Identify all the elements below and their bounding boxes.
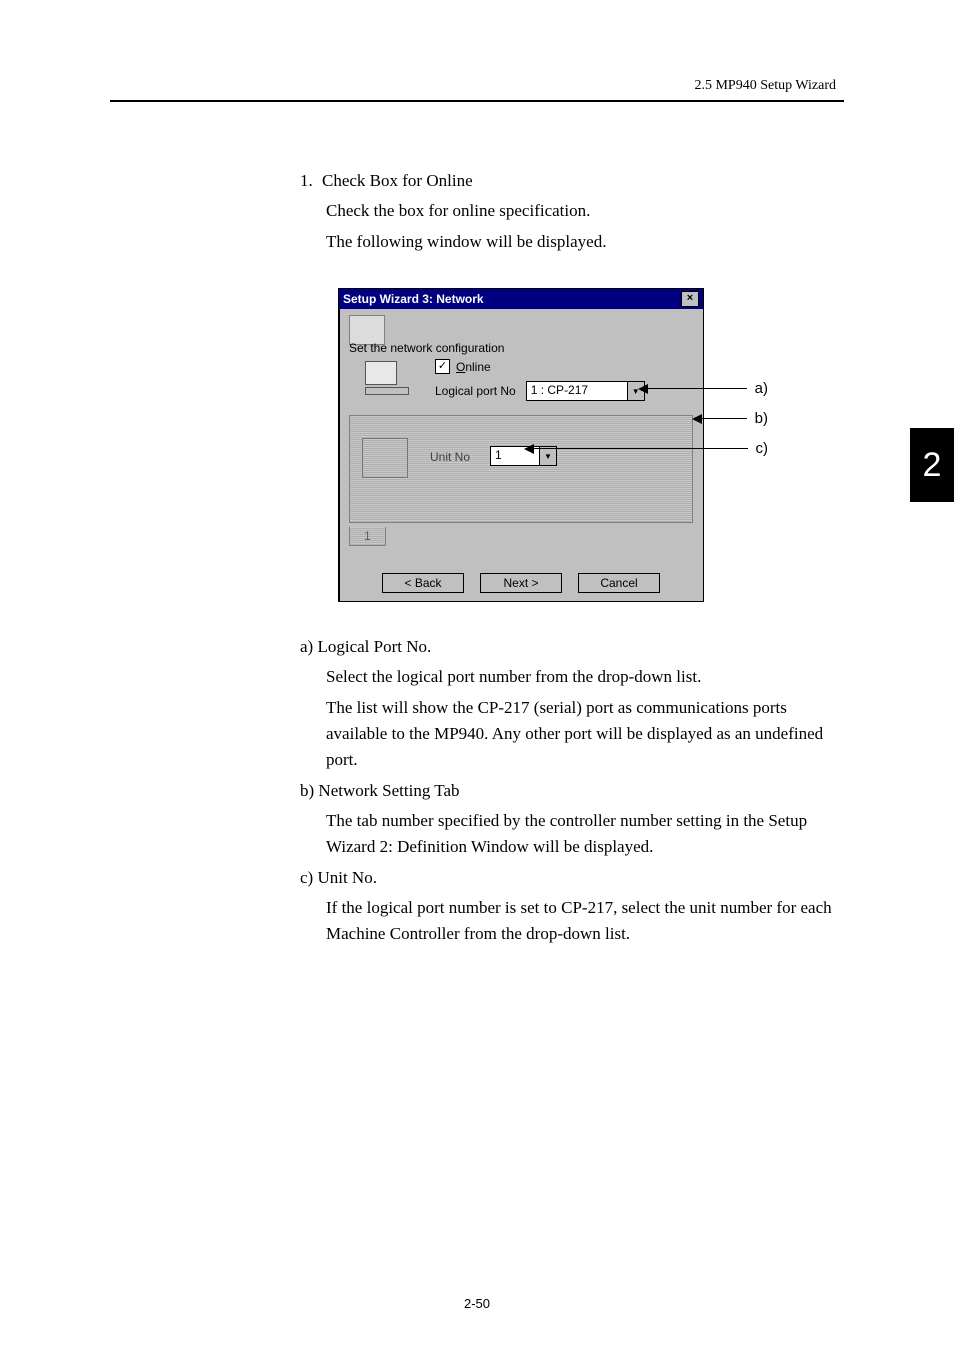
callout-a: a) [638, 380, 768, 397]
logical-port-dropdown[interactable]: 1 : CP-217 ▼ [526, 381, 645, 401]
titlebar: Setup Wizard 3: Network × [339, 289, 703, 309]
item-a-p2: The list will show the CP-217 (serial) p… [326, 695, 836, 774]
computer-icon [365, 361, 411, 401]
unit-panel: Unit No 1 ▼ [349, 415, 693, 523]
item-b-head: b) Network Setting Tab [300, 778, 836, 804]
step-title: Check Box for Online [322, 168, 473, 194]
window-title: Setup Wizard 3: Network [343, 292, 484, 306]
online-accel: O [456, 360, 465, 374]
tab-1[interactable]: 1 [349, 527, 386, 546]
logical-port-value: 1 : CP-217 [526, 381, 628, 401]
online-label: Online [456, 360, 491, 374]
top-content: 1. Check Box for Online Check the box fo… [300, 168, 836, 259]
controller-icon [362, 438, 408, 478]
close-button[interactable]: × [681, 291, 699, 307]
callout-b: b) [692, 410, 768, 427]
item-a-p1: Select the logical port number from the … [326, 664, 836, 690]
screenshot-wrap: Setup Wizard 3: Network × Set the networ… [338, 288, 768, 600]
online-checkbox[interactable]: ✓ [435, 359, 450, 374]
item-c-p1: If the logical port number is set to CP-… [326, 895, 836, 948]
step-number: 1. [300, 168, 322, 194]
chapter-tab: 2 [910, 428, 954, 502]
step-line-2: The following window will be displayed. [326, 229, 836, 255]
wizard-caption: Set the network configuration [349, 341, 504, 355]
next-button[interactable]: Next > [480, 573, 562, 593]
header-rule [110, 100, 844, 102]
callout-a-label: a) [755, 380, 768, 397]
lower-content: a) Logical Port No. Select the logical p… [300, 630, 836, 952]
page: 2.5 MP940 Setup Wizard 2 1. Check Box fo… [0, 0, 954, 1351]
logical-port-label: Logical port No [435, 384, 516, 398]
callout-c-label: c) [756, 440, 769, 457]
arrow-left-icon [524, 444, 534, 454]
online-label-rest: nline [465, 360, 490, 374]
unit-no-label: Unit No [430, 450, 470, 464]
step-line-1: Check the box for online specification. [326, 198, 836, 224]
running-header: 2.5 MP940 Setup Wizard [694, 78, 836, 94]
page-number: 2-50 [0, 1296, 954, 1311]
back-button[interactable]: < Back [382, 573, 464, 593]
item-c-head: c) Unit No. [300, 865, 836, 891]
tab-strip: 1 [349, 527, 386, 546]
item-a-head: a) Logical Port No. [300, 634, 836, 660]
arrow-left-icon [638, 384, 648, 394]
callout-b-label: b) [755, 410, 768, 427]
arrow-left-icon [692, 414, 702, 424]
callout-c: c) [524, 440, 768, 457]
cancel-button[interactable]: Cancel [578, 573, 660, 593]
item-b-p1: The tab number specified by the controll… [326, 808, 836, 861]
